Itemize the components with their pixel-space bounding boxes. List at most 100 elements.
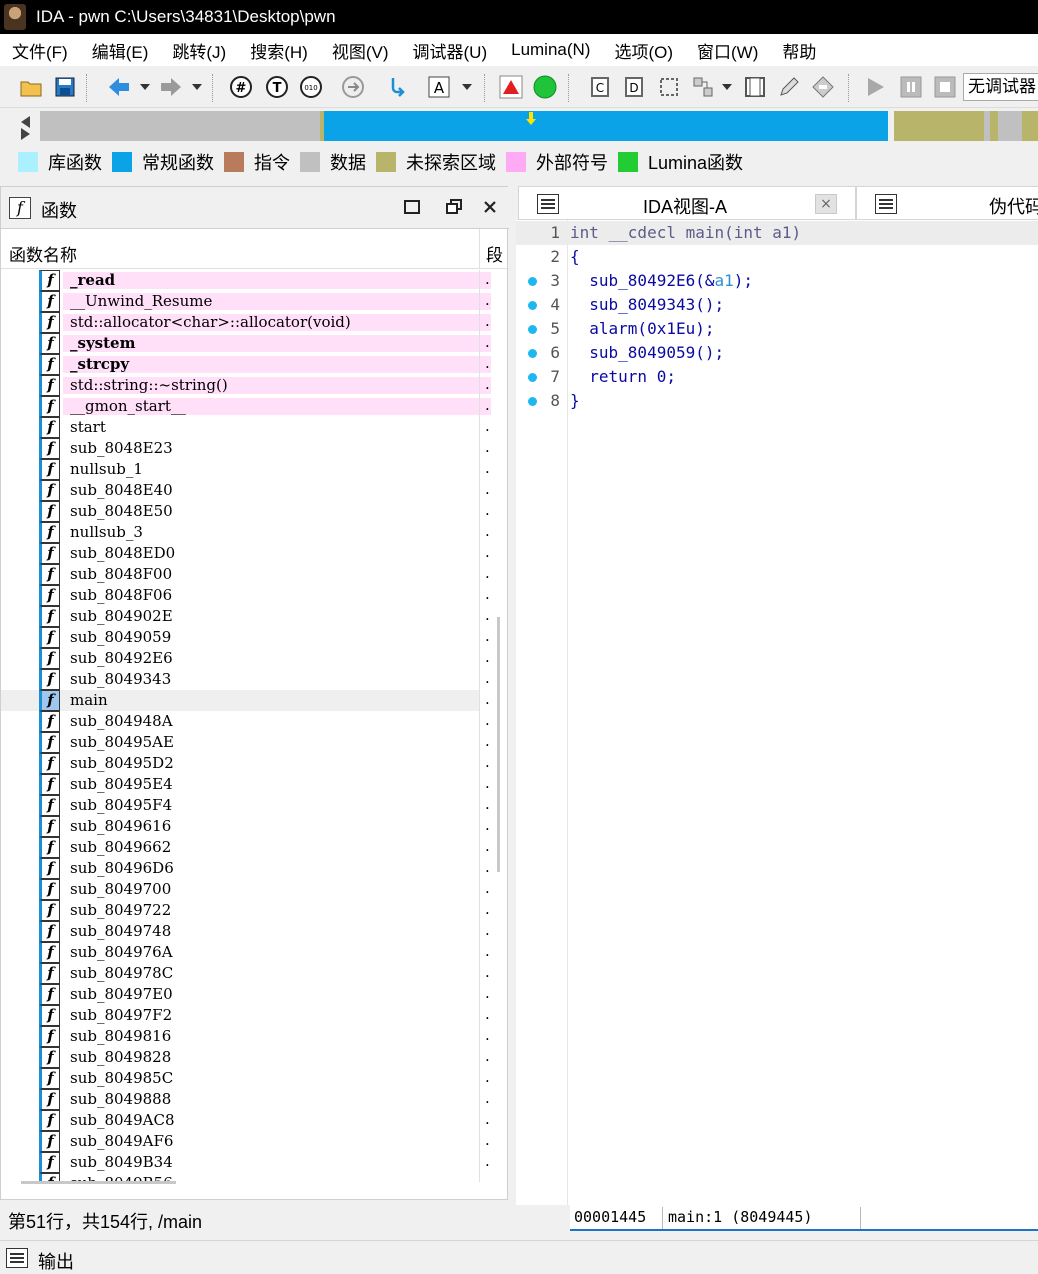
stop-icon[interactable] — [932, 74, 958, 100]
function-row[interactable]: f main. — [1, 690, 491, 711]
forward-arrow-icon[interactable] — [158, 74, 184, 100]
function-row[interactable]: f sub_80492E6. — [1, 648, 491, 669]
function-row[interactable]: f sub_8048F00. — [1, 564, 491, 585]
function-row[interactable]: f sub_8049662. — [1, 837, 491, 858]
function-row[interactable]: f _read. — [1, 270, 491, 291]
code-line[interactable]: 5 alarm(0x1Eu); — [516, 317, 1038, 341]
function-row[interactable]: f sub_8048F06. — [1, 585, 491, 606]
function-row[interactable]: f sub_8049B34. — [1, 1152, 491, 1173]
code-text[interactable]: } — [570, 391, 580, 410]
code-text[interactable]: return 0; — [570, 367, 676, 386]
tab-close-icon[interactable]: × — [815, 194, 837, 214]
diamond-icon[interactable] — [810, 74, 836, 100]
function-row[interactable]: f std::allocator<char>::allocator(void). — [1, 312, 491, 333]
function-row[interactable]: f sub_8048ED0. — [1, 543, 491, 564]
function-row[interactable]: f sub_80495E4. — [1, 774, 491, 795]
jump-icon[interactable] — [340, 74, 366, 100]
horizontal-scrollbar[interactable] — [21, 1181, 176, 1184]
green-run-icon[interactable] — [532, 74, 558, 100]
function-row[interactable]: f sub_8048E23. — [1, 438, 491, 459]
column-header[interactable]: 函数名称 段 — [1, 229, 507, 269]
code-lines[interactable]: 1 int __cdecl main(int a1) 2{3 sub_80492E6… — [516, 221, 1038, 421]
breakpoint-dot-icon[interactable] — [528, 301, 537, 310]
tab-pseudocode-a[interactable]: 伪代码-A — [856, 186, 1038, 220]
code-text[interactable]: alarm(0x1Eu); — [570, 319, 714, 338]
function-row[interactable]: f sub_804985C. — [1, 1068, 491, 1089]
function-row[interactable]: f sub_8049722. — [1, 900, 491, 921]
text-dropdown-icon[interactable] — [462, 84, 472, 90]
edit-icon[interactable] — [776, 74, 802, 100]
function-row[interactable]: f nullsub_1. — [1, 459, 491, 480]
pause-icon[interactable] — [898, 74, 924, 100]
function-row[interactable]: f sub_80497F2. — [1, 1005, 491, 1026]
function-row[interactable]: f sub_8048E50. — [1, 501, 491, 522]
function-row[interactable]: f _strcpy. — [1, 354, 491, 375]
function-row[interactable]: f start. — [1, 417, 491, 438]
function-row[interactable]: f sub_804978C. — [1, 963, 491, 984]
function-row[interactable]: f std::string::~string(). — [1, 375, 491, 396]
back-arrow-icon[interactable] — [106, 74, 132, 100]
code-text[interactable]: sub_80492E6(&a1); — [570, 271, 753, 290]
function-row[interactable]: f sub_804902E. — [1, 606, 491, 627]
text-A-icon[interactable]: A — [426, 74, 452, 100]
function-row[interactable]: f sub_8049059. — [1, 627, 491, 648]
code-line[interactable]: 2{ — [516, 245, 1038, 269]
menu-item[interactable]: 帮助 — [770, 38, 828, 63]
play-icon[interactable] — [862, 74, 888, 100]
function-row[interactable]: f sub_8049616. — [1, 816, 491, 837]
function-row[interactable]: f sub_80497E0. — [1, 984, 491, 1005]
menu-item[interactable]: Lumina(N) — [499, 40, 602, 60]
function-row[interactable]: f sub_80496D6. — [1, 858, 491, 879]
tab-ida-view-a[interactable]: IDA视图-A × — [518, 186, 856, 220]
menu-item[interactable]: 调试器(U) — [401, 38, 500, 63]
function-row[interactable]: f sub_8049816. — [1, 1026, 491, 1047]
function-row[interactable]: f sub_8049AF6. — [1, 1131, 491, 1152]
menu-item[interactable]: 选项(O) — [602, 38, 685, 63]
function-row[interactable]: f sub_80495F4. — [1, 795, 491, 816]
function-row[interactable]: f sub_80495AE. — [1, 732, 491, 753]
binary-view-icon[interactable]: 010 — [298, 74, 324, 100]
close-icon[interactable] — [481, 199, 499, 217]
function-row[interactable]: f sub_80495D2. — [1, 753, 491, 774]
menu-item[interactable]: 视图(V) — [320, 38, 401, 63]
code-line[interactable]: 8} — [516, 389, 1038, 413]
debugger-select[interactable]: 无调试器 — [963, 73, 1038, 101]
function-row[interactable]: f sub_8049AC8. — [1, 1110, 491, 1131]
function-row[interactable]: f sub_804948A. — [1, 711, 491, 732]
float-icon[interactable] — [445, 199, 463, 217]
forward-dropdown-icon[interactable] — [192, 84, 202, 90]
function-row[interactable]: f __Unwind_Resume. — [1, 291, 491, 312]
xref-dropdown-icon[interactable] — [722, 84, 732, 90]
menu-item[interactable]: 跳转(J) — [160, 38, 238, 63]
function-row[interactable]: f __gmon_start__. — [1, 396, 491, 417]
hex-view-icon[interactable]: # — [228, 74, 254, 100]
text-view-icon[interactable]: T — [264, 74, 290, 100]
navigation-band[interactable] — [0, 108, 1038, 144]
output-bar[interactable]: 输出 — [0, 1240, 1038, 1272]
column-header-segment[interactable]: 段 — [479, 229, 507, 269]
column-header-name[interactable]: 函数名称 — [9, 241, 77, 266]
save-icon[interactable] — [52, 74, 78, 100]
open-folder-icon[interactable] — [18, 74, 44, 100]
nav-left-arrow-icon[interactable] — [18, 114, 32, 144]
function-row[interactable]: f nullsub_3. — [1, 522, 491, 543]
step-into-icon[interactable] — [384, 74, 410, 100]
function-row[interactable]: f sub_8049700. — [1, 879, 491, 900]
function-row[interactable]: f sub_8049343. — [1, 669, 491, 690]
xref-icon[interactable] — [690, 74, 716, 100]
stop-triangle-icon[interactable] — [498, 74, 524, 100]
code-text[interactable]: int __cdecl main(int a1) — [570, 223, 801, 242]
code-line[interactable]: 3 sub_80492E6(&a1); — [516, 269, 1038, 293]
maximize-icon[interactable] — [403, 199, 421, 217]
menu-item[interactable]: 文件(F) — [0, 38, 80, 63]
struct-icon[interactable] — [656, 74, 682, 100]
back-dropdown-icon[interactable] — [140, 84, 150, 90]
data-icon[interactable]: D — [622, 74, 648, 100]
function-row[interactable]: f sub_8048E40. — [1, 480, 491, 501]
breakpoint-dot-icon[interactable] — [528, 277, 537, 286]
code-text[interactable]: { — [570, 247, 580, 266]
breakpoint-dot-icon[interactable] — [528, 349, 537, 358]
variable-token[interactable]: a1 — [715, 271, 734, 290]
code-line[interactable]: 7 return 0; — [516, 365, 1038, 389]
code-icon[interactable]: C — [588, 74, 614, 100]
